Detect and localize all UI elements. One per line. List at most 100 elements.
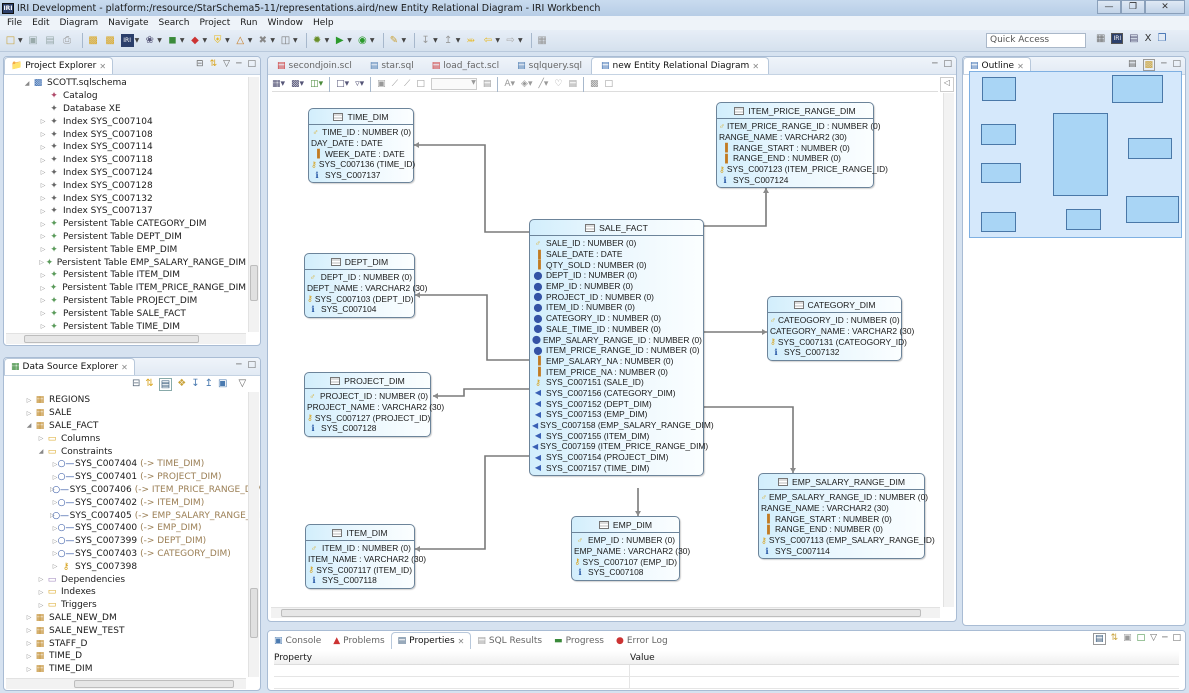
tree-item[interactable]: ▷ ✦ Persistent Table EMP_SALARY_RANGE_DIM	[38, 256, 246, 269]
entity-field[interactable]: PROJECT_NAME : VARCHAR2 (30)	[307, 402, 444, 413]
open2-button[interactable]: ▩	[104, 34, 117, 47]
tab-console[interactable]: ▣ Console	[268, 632, 327, 649]
tree-item[interactable]: ▷ ✦ Persistent Table CATEGORY_DIM	[38, 218, 246, 231]
sort-button[interactable]: ◆ ▼	[189, 34, 207, 47]
tree-item[interactable]: ▷ ✦ Index SYS_C007104	[38, 115, 246, 128]
menu-diagram[interactable]: Diagram	[55, 18, 104, 28]
tab-project-explorer[interactable]: 📁 Project Explorer ✕	[4, 57, 114, 74]
expand-arrow-icon[interactable]: ▷	[50, 563, 60, 570]
open-button[interactable]: ▩	[87, 34, 100, 47]
link-editor-icon[interactable]: ⇅	[210, 59, 218, 69]
tab-sqlquery-sql[interactable]: ▤ sqlquery.sql	[508, 57, 591, 74]
entity-field[interactable]: RANGE_NAME : VARCHAR2 (30)	[761, 503, 922, 514]
bug-button[interactable]: ✹ ▼	[311, 34, 329, 47]
entity-field[interactable]: ▐ ITEM_PRICE_NA : NUMBER (0)	[532, 366, 701, 377]
minimize-view-icon[interactable]: ─	[1162, 633, 1167, 645]
copy-format-icon[interactable]: ▤	[569, 79, 578, 89]
entity-field[interactable]: ♂ ITEM_ID : NUMBER (0)	[308, 543, 412, 554]
expand-arrow-icon[interactable]: ▷	[36, 602, 46, 609]
entity-field[interactable]: ▐ SALE_DATE : DATE	[532, 249, 701, 260]
entity-field[interactable]: ▐ RANGE_END : NUMBER (0)	[719, 153, 871, 164]
expand-arrow-icon[interactable]: ▷	[38, 169, 48, 176]
entity-field[interactable]: ⚷ SYS_C007103 (DEPT_ID)	[307, 293, 414, 304]
tree-item[interactable]: ▷ ▭ Indexes	[24, 586, 246, 599]
close-button[interactable]: ✕	[1145, 0, 1185, 14]
entity-field[interactable]: ◀ SYS_C007156 (CATEGORY_DIM)	[532, 388, 701, 399]
menu-run[interactable]: Run	[235, 18, 262, 28]
tree-item[interactable]: ▷ ○— SYS_C007403 (-> CATEGORY_DIM)	[24, 548, 246, 561]
tree-item[interactable]: ▷ ▭ Triggers	[24, 599, 246, 612]
tab-sql-results[interactable]: ▤ SQL Results	[471, 632, 548, 649]
maximize-view-icon[interactable]: □	[247, 360, 256, 370]
tree-item[interactable]: ▷ ✦ Index SYS_C007114	[38, 141, 246, 154]
minimize-view-icon[interactable]: ─	[1161, 59, 1166, 71]
close-tab-icon[interactable]: ✕	[1017, 62, 1024, 71]
collapse-all-icon[interactable]: ⊟	[196, 59, 204, 69]
entity-field[interactable]: ▐ QTY_SOLD : NUMBER (0)	[532, 259, 701, 270]
minimize-view-icon[interactable]: ─	[932, 59, 937, 69]
tree-item[interactable]: ▷ ○— SYS_C007402 (-> ITEM_DIM)	[24, 496, 246, 509]
maximize-view-icon[interactable]: □	[247, 59, 256, 69]
quick-access-input[interactable]: Quick Access	[986, 33, 1086, 48]
entity-field[interactable]: i SYS_C007104	[307, 304, 412, 315]
tree-item[interactable]: ▷ ✦ Index SYS_C007132	[38, 192, 246, 205]
column-header-value[interactable]: Value	[630, 653, 655, 663]
layout-icon[interactable]: ◫▾	[310, 79, 323, 89]
expand-arrow-icon[interactable]: ▷	[38, 208, 48, 215]
entity-field[interactable]: ⬤ PROJECT_ID : NUMBER (0)	[532, 291, 701, 302]
tab-problems[interactable]: ▲ Problems	[327, 632, 390, 649]
tab-properties[interactable]: ▤ Properties ✕	[390, 632, 472, 649]
import-icon[interactable]: ↧	[191, 378, 199, 391]
entity-dept-dim[interactable]: DEPT_DIM ♂ DEPT_ID : NUMBER (0) DEPT_NAME :…	[304, 253, 427, 318]
zoom-combo[interactable]: ▼	[430, 78, 477, 90]
entity-field[interactable]: ♂ TIME_ID : NUMBER (0)	[311, 127, 411, 138]
minimize-view-icon[interactable]: ─	[236, 59, 241, 69]
maximize-view-icon[interactable]: □	[1172, 633, 1181, 645]
entity-field[interactable]: i SYS_C007128	[307, 423, 428, 434]
column-header-property[interactable]: Property	[274, 653, 630, 663]
table-row[interactable]	[274, 665, 1179, 677]
tree-item[interactable]: ▷ ○— SYS_C007401 (-> PROJECT_DIM)	[24, 471, 246, 484]
tree-item[interactable]: ▷ ▦ REGIONS	[24, 394, 246, 407]
outline-overview-map[interactable]	[969, 71, 1182, 238]
snap-icon[interactable]: ▩	[590, 79, 599, 89]
expand-arrow-icon[interactable]: ▷	[36, 589, 46, 596]
tree-item[interactable]: ◢ ▦ SALE_FACT	[24, 420, 246, 433]
maximize-view-icon[interactable]: □	[1172, 59, 1181, 71]
expand-arrow-icon[interactable]: ▷	[24, 397, 34, 404]
entity-sale-fact[interactable]: SALE_FACT ♂ SALE_ID : NUMBER (0) ▐ SALE_DATE…	[529, 219, 714, 477]
vertical-scrollbar[interactable]	[248, 392, 259, 677]
categories-icon[interactable]: ▤	[1093, 633, 1106, 645]
link-icon[interactable]: ⇅	[145, 378, 153, 391]
entity-field[interactable]: ⬤ SALE_TIME_ID : NUMBER (0)	[532, 324, 701, 335]
tree-item[interactable]: ▷ ○— SYS_C007405 (-> EMP_SALARY_RANGE_DIM)	[24, 509, 260, 522]
entity-field[interactable]: DAY_DATE : DATE	[311, 138, 411, 149]
pen-button[interactable]: ✎ ▼	[388, 34, 406, 47]
entity-field[interactable]: ◀ SYS_C007158 (EMP_SALARY_RANGE_DIM)	[532, 420, 714, 431]
outline-overview-icon[interactable]: ▩	[1142, 59, 1156, 71]
menu-edit[interactable]: Edit	[27, 18, 54, 28]
hide-label-icon[interactable]: ⟋	[404, 79, 410, 89]
expand-arrow-icon[interactable]: ▷	[24, 614, 34, 621]
entity-field[interactable]: ◀ SYS_C007155 (ITEM_DIM)	[532, 430, 701, 441]
tree-item[interactable]: ▷ ▦ TIME_D	[24, 650, 246, 663]
entity-field[interactable]: ◀ SYS_C007152 (DEPT_DIM)	[532, 398, 701, 409]
tree-item[interactable]: ▷ ▦ SALE_NEW_DM	[24, 612, 246, 625]
expand-arrow-icon[interactable]: ▷	[38, 310, 48, 317]
expand-arrow-icon[interactable]: ▷	[38, 131, 48, 138]
expand-arrow-icon[interactable]: ▷	[36, 435, 46, 442]
expand-arrow-icon[interactable]: ▷	[24, 666, 34, 673]
relation-item-price-range-dim[interactable]	[704, 188, 767, 227]
expand-arrow-icon[interactable]: ▷	[24, 640, 34, 647]
flow-button[interactable]: ◫ ▼	[279, 34, 298, 47]
tree-item[interactable]: ▷ ▦ TIME_DIM	[24, 663, 246, 676]
minimize-button[interactable]: —	[1097, 0, 1121, 14]
entity-field[interactable]: ⚷ SYS_C007107 (EMP_ID)	[574, 556, 677, 567]
forward-button[interactable]: ⇨ ▼	[504, 34, 522, 47]
run-ext-button[interactable]: ◉ ▼	[356, 34, 375, 47]
pin-button[interactable]: ▦	[536, 34, 549, 47]
entity-field[interactable]: RANGE_NAME : VARCHAR2 (30)	[719, 132, 871, 143]
arrange-icon[interactable]: ▦▾	[272, 79, 285, 89]
open-perspective-icon[interactable]: ▦	[1096, 33, 1105, 44]
tree-item[interactable]: ▷ ▦ STAFF_D	[24, 637, 246, 650]
